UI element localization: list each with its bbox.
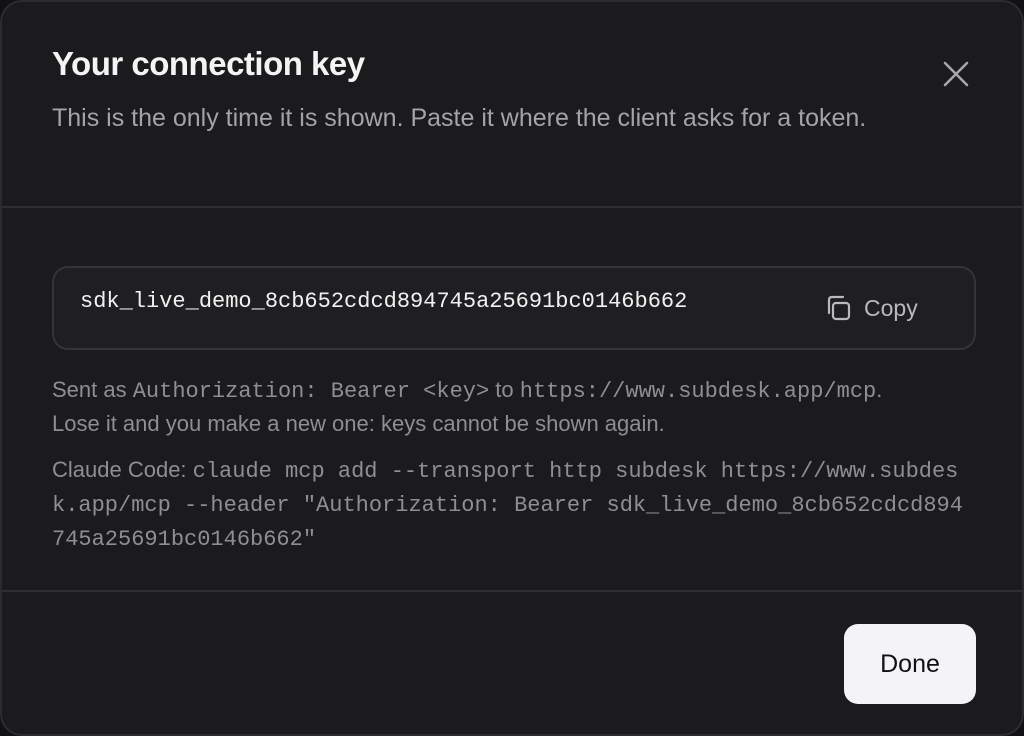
connection-key-dialog: Your connection key This is the only tim… — [0, 0, 1024, 736]
dialog-title: Your connection key — [52, 45, 365, 82]
note-prefix: Sent as — [52, 377, 133, 402]
done-button[interactable]: Done — [844, 624, 976, 704]
key-value[interactable]: sdk_live_demo_8cb652cdcd894745a25691bc01… — [80, 288, 687, 316]
dialog-footer: Done — [2, 590, 1022, 734]
note-header-code: Authorization: Bearer <key> — [132, 379, 490, 404]
dialog-header: Your connection key This is the only tim… — [2, 2, 1022, 208]
dialog-body: sdk_live_demo_8cb652cdcd894745a25691bc01… — [2, 210, 1022, 590]
close-button[interactable] — [934, 52, 978, 96]
note-middle: to — [489, 377, 520, 402]
dialog-subtitle: This is the only time it is shown. Paste… — [52, 104, 867, 132]
note-warning: Lose it and you make a new one: keys can… — [52, 411, 665, 436]
note-url-code: https://www.subdesk.app/mcp — [519, 379, 877, 404]
usage-note: Sent as Authorization: Bearer <key> to h… — [52, 374, 976, 440]
claude-code-command: Claude Code: claude mcp add --transport … — [52, 454, 976, 556]
copy-icon — [827, 295, 851, 321]
close-icon — [943, 61, 969, 87]
note-suffix: . — [876, 377, 883, 402]
command-label: Claude Code: — [52, 457, 193, 482]
copy-button[interactable]: Copy — [824, 286, 954, 330]
copy-label: Copy — [864, 294, 918, 321]
key-field: sdk_live_demo_8cb652cdcd894745a25691bc01… — [52, 266, 976, 350]
